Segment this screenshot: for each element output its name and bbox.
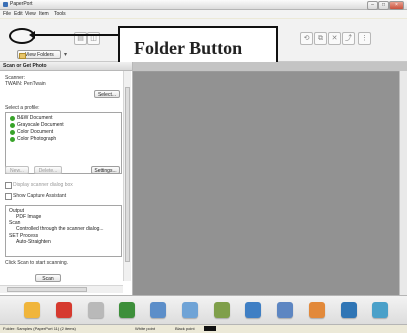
profile-icon	[10, 130, 15, 135]
title-bar: PaperPort – □ ×	[0, 0, 407, 10]
work-area-scrollbar[interactable]	[399, 71, 407, 295]
callout-line	[31, 34, 118, 36]
bookmark-app-icon[interactable]	[277, 302, 293, 318]
office-app-icon[interactable]	[372, 302, 388, 318]
profile-icon	[10, 116, 15, 121]
web-app-icon[interactable]	[341, 302, 357, 318]
panel-vertical-scroll-thumb[interactable]	[125, 87, 130, 262]
delete-profile-button[interactable]: Delete...	[34, 166, 62, 174]
work-area-header	[133, 62, 407, 72]
profile-grayscale-document[interactable]: Grayscale Document	[9, 122, 64, 129]
search-app-icon[interactable]	[245, 302, 261, 318]
folder-app-icon[interactable]	[24, 302, 40, 318]
scanner-name: TWAIN: PenTwain	[5, 81, 46, 87]
profile-color-document[interactable]: Color Document	[9, 129, 53, 136]
document-work-area[interactable]	[133, 62, 407, 295]
send-tool-icon[interactable]: ⤴	[342, 32, 355, 45]
capture-assistant-checkbox[interactable]	[5, 193, 12, 200]
capture-assistant-label: Show Capture Assistant	[13, 193, 67, 199]
view-folders-label: View Folders	[25, 52, 54, 58]
menu-edit[interactable]: Edit	[14, 11, 23, 17]
scan-panel: Scan or Get Photo Scanner: TWAIN: PenTwa…	[0, 62, 133, 295]
image-app-icon[interactable]	[150, 302, 166, 318]
scan-button[interactable]: Scan	[35, 274, 61, 282]
folder-button-callout: Folder Button	[118, 26, 278, 66]
paperport-app-icon	[3, 2, 8, 7]
profile-bw-document[interactable]: B&W Document	[9, 115, 53, 122]
menu-item[interactable]: Item	[39, 11, 49, 17]
scan-controlled-item[interactable]: Controlled through the scanner dialog...	[16, 226, 104, 232]
callout-arrow-icon	[29, 31, 35, 39]
close-button[interactable]: ×	[389, 1, 404, 10]
black-point-swatch	[204, 326, 216, 331]
scan-hint: Click Scan to start scanning.	[5, 260, 69, 266]
auto-straighten-item[interactable]: Auto-Straighten	[16, 239, 51, 245]
profile-icon	[10, 123, 15, 128]
delete-tool-icon[interactable]: ✕	[328, 32, 341, 45]
menu-file[interactable]: File	[3, 11, 11, 17]
document-app-icon[interactable]	[182, 302, 198, 318]
app-window: PaperPort – □ × File Edit View Item Tool…	[0, 0, 407, 333]
pdf-app-icon[interactable]	[56, 302, 72, 318]
panel-vertical-scrollbar[interactable]	[123, 71, 131, 281]
view-folders-button[interactable]: View Folders	[17, 50, 61, 59]
window-title: PaperPort	[10, 1, 33, 7]
select-scanner-button[interactable]: Select...	[94, 90, 120, 98]
output-tree: Output PDF Image Scan Controlled through…	[5, 205, 122, 257]
mail-app-icon[interactable]	[309, 302, 325, 318]
spreadsheet-app-icon[interactable]	[119, 302, 135, 318]
new-profile-button[interactable]: New...	[5, 166, 29, 174]
rotate-tool-icon[interactable]: ⟲	[300, 32, 313, 45]
menu-bar: File Edit View Item Tools	[0, 10, 407, 18]
send-to-bar	[0, 295, 407, 325]
folder-icon	[19, 53, 26, 59]
profile-icon	[10, 137, 15, 142]
panel-horizontal-scroll-thumb[interactable]	[7, 287, 87, 292]
copy-tool-icon[interactable]: ⧉	[314, 32, 327, 45]
menu-tools[interactable]: Tools	[54, 11, 66, 17]
profile-label: Select a profile:	[5, 105, 40, 111]
minimize-button[interactable]: –	[367, 1, 378, 10]
profile-color-photograph[interactable]: Color Photograph	[9, 136, 56, 143]
chevron-down-icon[interactable]: ▾	[64, 51, 67, 58]
profile-list: B&W Document Grayscale Document Color Do…	[5, 112, 122, 174]
tools-app-icon[interactable]	[88, 302, 104, 318]
menu-view[interactable]: View	[25, 11, 36, 17]
panel-horizontal-scrollbar[interactable]	[0, 285, 123, 293]
settings-button[interactable]: Settings...	[91, 166, 120, 174]
more-tool-icon[interactable]: ⋮	[358, 32, 371, 45]
scan-panel-header: Scan or Get Photo	[0, 62, 132, 71]
display-dialog-checkbox[interactable]	[5, 182, 12, 189]
maximize-button[interactable]: □	[378, 1, 389, 10]
display-dialog-label: Display scanner dialog box	[13, 182, 73, 188]
camera-app-icon[interactable]	[214, 302, 230, 318]
